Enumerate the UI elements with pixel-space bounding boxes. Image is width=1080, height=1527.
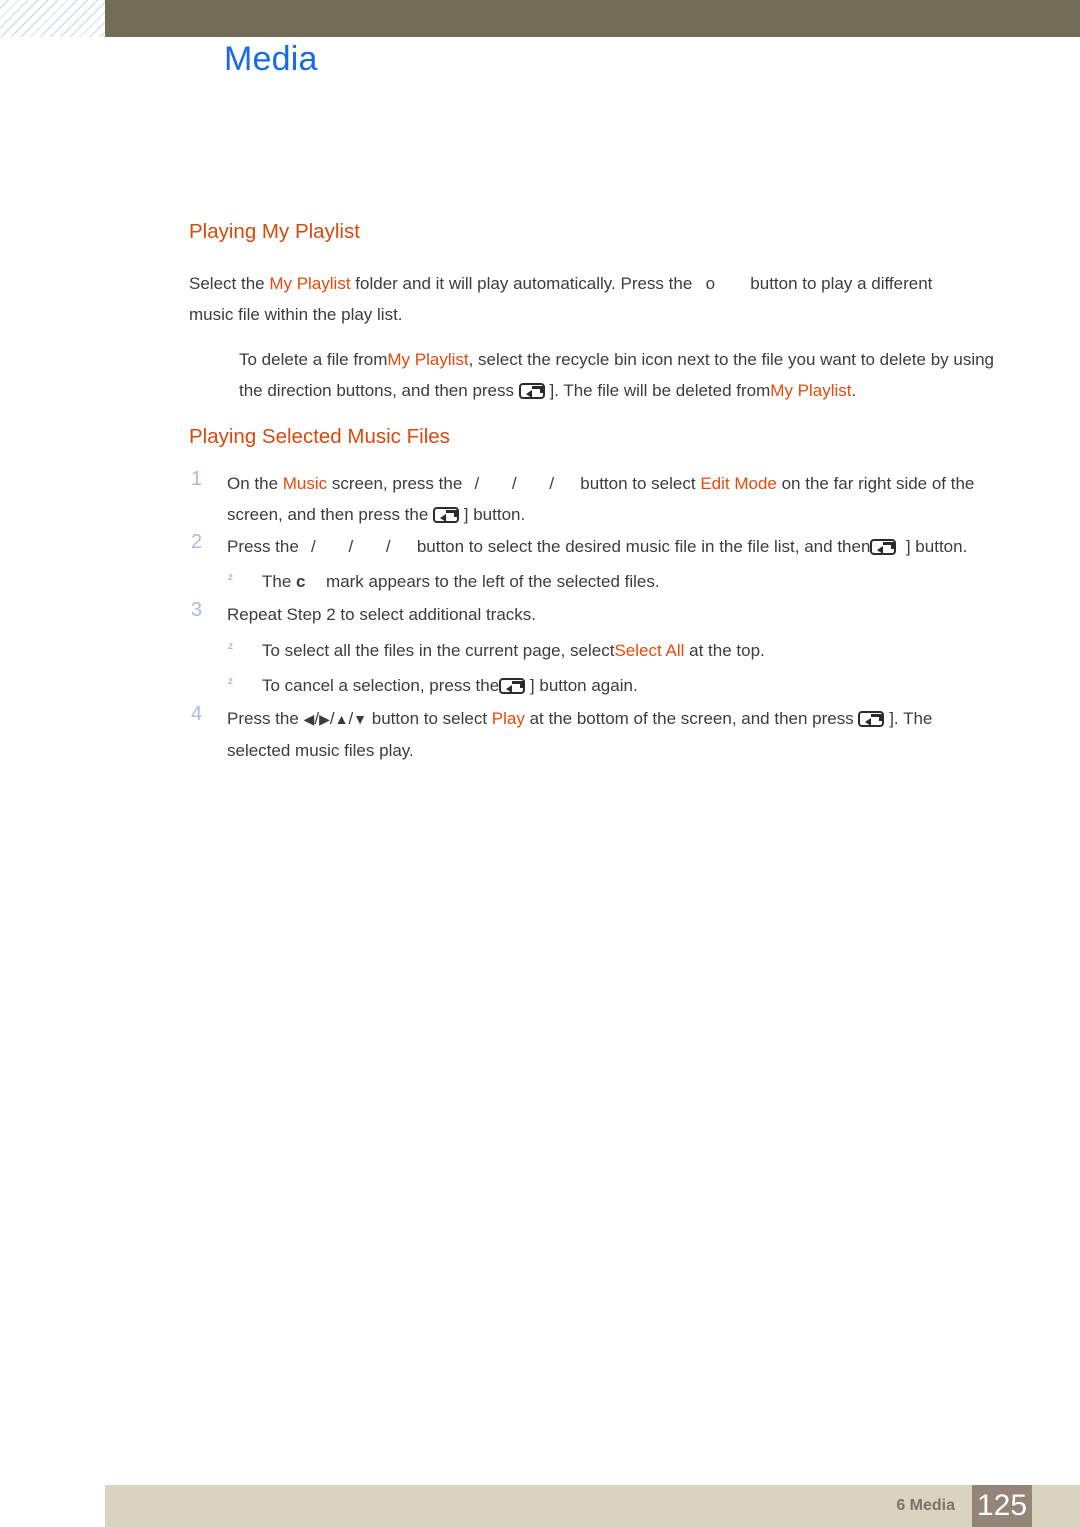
decorative-hatch-pattern [0, 0, 105, 37]
text-fragment: mark appears to the left of the selected… [326, 572, 660, 591]
enter-key-icon [518, 383, 545, 399]
header-bar [105, 0, 1080, 37]
missing-glyph-button: o [705, 274, 716, 293]
bullet-marker: z [228, 641, 233, 652]
text-fragment: ] button again. [529, 676, 638, 695]
ui-label-my-playlist: My Playlist [269, 274, 351, 293]
text-fragment: Select the [189, 274, 270, 293]
text-fragment: button to select [580, 474, 701, 493]
note-delete-from-playlist: To delete a file fromMy Playlist, select… [239, 344, 1029, 406]
step-text: On the Music screen, press the / / / butto… [227, 468, 1027, 530]
text-fragment: the direction buttons, and then press [239, 381, 515, 400]
step-number: 2 [191, 531, 203, 553]
ui-label-music: Music [282, 474, 328, 493]
missing-glyph-check-mark: c [296, 572, 306, 591]
section-heading-playing-selected-music-files: Playing Selected Music Files [189, 425, 450, 448]
step-text: Repeat Step 2 to select additional track… [227, 605, 537, 624]
text-fragment: button to play a different [750, 274, 933, 293]
page-title: Media [224, 40, 318, 78]
text-fragment: ] button. [905, 537, 968, 556]
text-fragment: ] button. [463, 505, 526, 524]
text-fragment: ]. The file will be deleted from [549, 381, 771, 400]
missing-glyph-direction-buttons: / / / [474, 474, 569, 493]
step-number: 3 [191, 599, 203, 621]
text-fragment: button to select [367, 709, 492, 728]
step-text: Press the / / / button to select the desir… [227, 531, 1027, 562]
text-fragment: music file within the play list. [189, 305, 403, 324]
arrow-down-icon: ▼ [353, 711, 368, 727]
enter-key-icon [870, 539, 897, 555]
step-number: 4 [191, 703, 203, 725]
footer-chapter-label: 6 Media [896, 1497, 955, 1514]
text-fragment: on the far right side of the [776, 474, 975, 493]
step-number: 1 [191, 468, 203, 490]
text-fragment: ]. The [889, 709, 933, 728]
page-number-box: 125 [972, 1485, 1032, 1527]
bullet-marker: z [228, 676, 233, 687]
enter-key-icon [433, 507, 460, 523]
bullet-text: The c mark appears to the left of the sel… [262, 566, 1022, 597]
text-fragment: screen, press the [327, 474, 463, 493]
ui-label-select-all: Select All [614, 641, 685, 660]
ui-label-my-playlist: My Playlist [770, 381, 852, 400]
text-fragment: button to select the desired music file … [416, 537, 871, 556]
page-number: 125 [976, 1489, 1028, 1522]
text-fragment: To select all the files in the current p… [262, 641, 615, 660]
section-heading-playing-my-playlist: Playing My Playlist [189, 220, 360, 243]
text-fragment: To delete a file from [239, 350, 388, 369]
step-text: Press the ◀/▶/▲/▼ button to select Play … [227, 703, 1027, 766]
text-fragment: at the bottom of the screen, and then pr… [524, 709, 854, 728]
text-fragment: screen, and then press the [227, 505, 429, 524]
text-fragment: On the [227, 474, 283, 493]
text-fragment: , select the recycle bin icon next to th… [468, 350, 995, 369]
text-fragment: Press the [227, 709, 304, 728]
text-fragment: To cancel a selection, press the [262, 676, 500, 695]
arrow-right-icon: ▶ [319, 711, 330, 727]
bullet-text: To cancel a selection, press the ] butto… [262, 670, 1022, 701]
text-fragment: Press the [227, 537, 299, 556]
bullet-text: To select all the files in the current p… [262, 635, 1022, 666]
ui-label-my-playlist: My Playlist [387, 350, 469, 369]
text-fragment: The [262, 572, 297, 591]
text-fragment: . [851, 381, 857, 400]
text-fragment: selected music files play. [227, 741, 414, 760]
paragraph-playing-my-playlist: Select the My Playlist folder and it wil… [189, 268, 1019, 330]
enter-key-icon [858, 711, 885, 727]
arrow-up-icon: ▲ [334, 711, 349, 727]
ui-label-edit-mode: Edit Mode [700, 474, 777, 493]
arrow-left-icon: ◀ [303, 711, 315, 727]
ui-label-play: Play [491, 709, 525, 728]
bullet-marker: z [228, 572, 233, 583]
text-fragment: at the top. [684, 641, 765, 660]
text-fragment: folder and it will play automatically. P… [350, 274, 693, 293]
chapter-badge: 6 [120, 0, 184, 37]
enter-key-icon [499, 678, 526, 694]
missing-glyph-direction-buttons: / / / [311, 537, 405, 556]
